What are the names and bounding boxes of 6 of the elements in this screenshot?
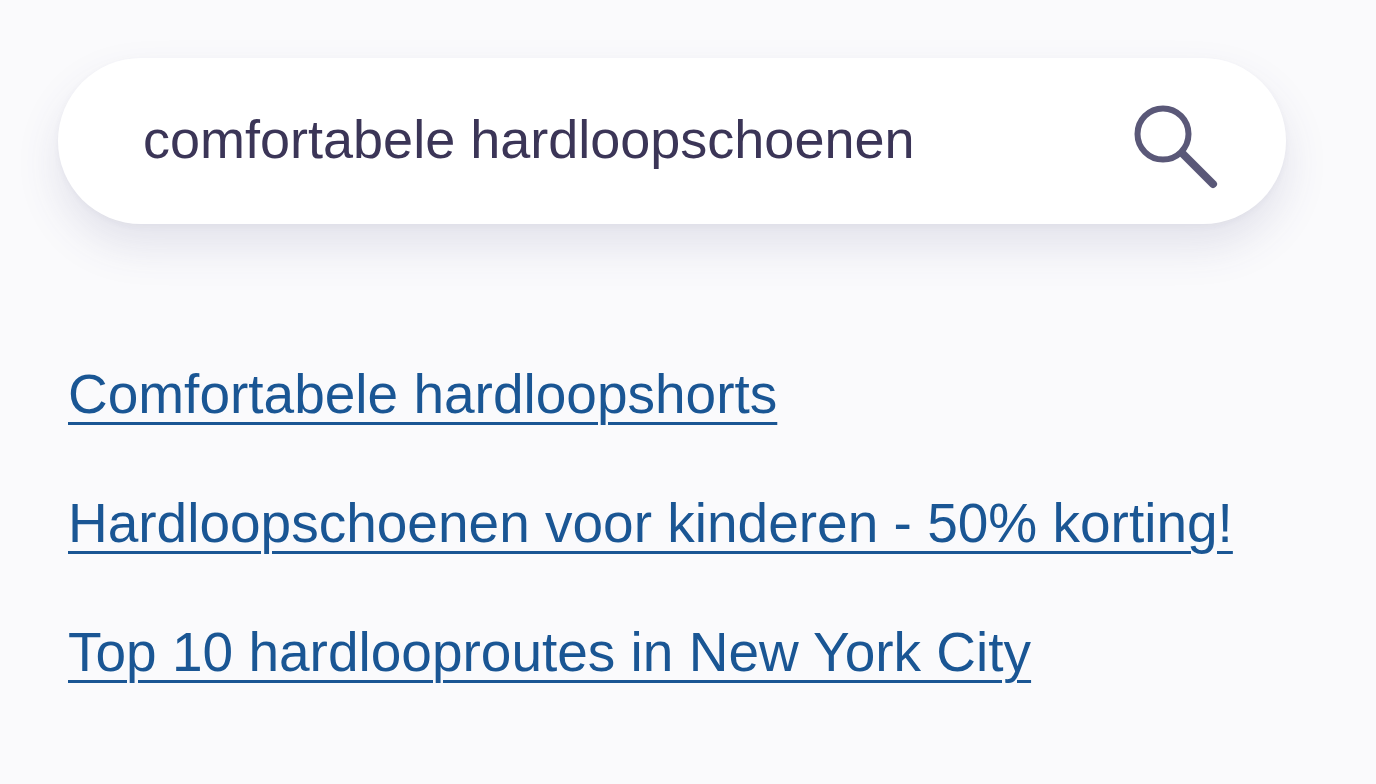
suggestion-link[interactable]: Comfortabele hardloopshorts bbox=[68, 361, 778, 427]
suggestion-link[interactable]: Hardloopschoenen voor kinderen - 50% korting! bbox=[68, 490, 1233, 556]
search-field[interactable]: comfortabele hardloopschoenen bbox=[58, 58, 1286, 224]
search-icon bbox=[1133, 104, 1219, 190]
search-button[interactable] bbox=[1133, 104, 1219, 190]
suggestion-link[interactable]: Top 10 hardlooproutes in New York City bbox=[68, 619, 1032, 685]
